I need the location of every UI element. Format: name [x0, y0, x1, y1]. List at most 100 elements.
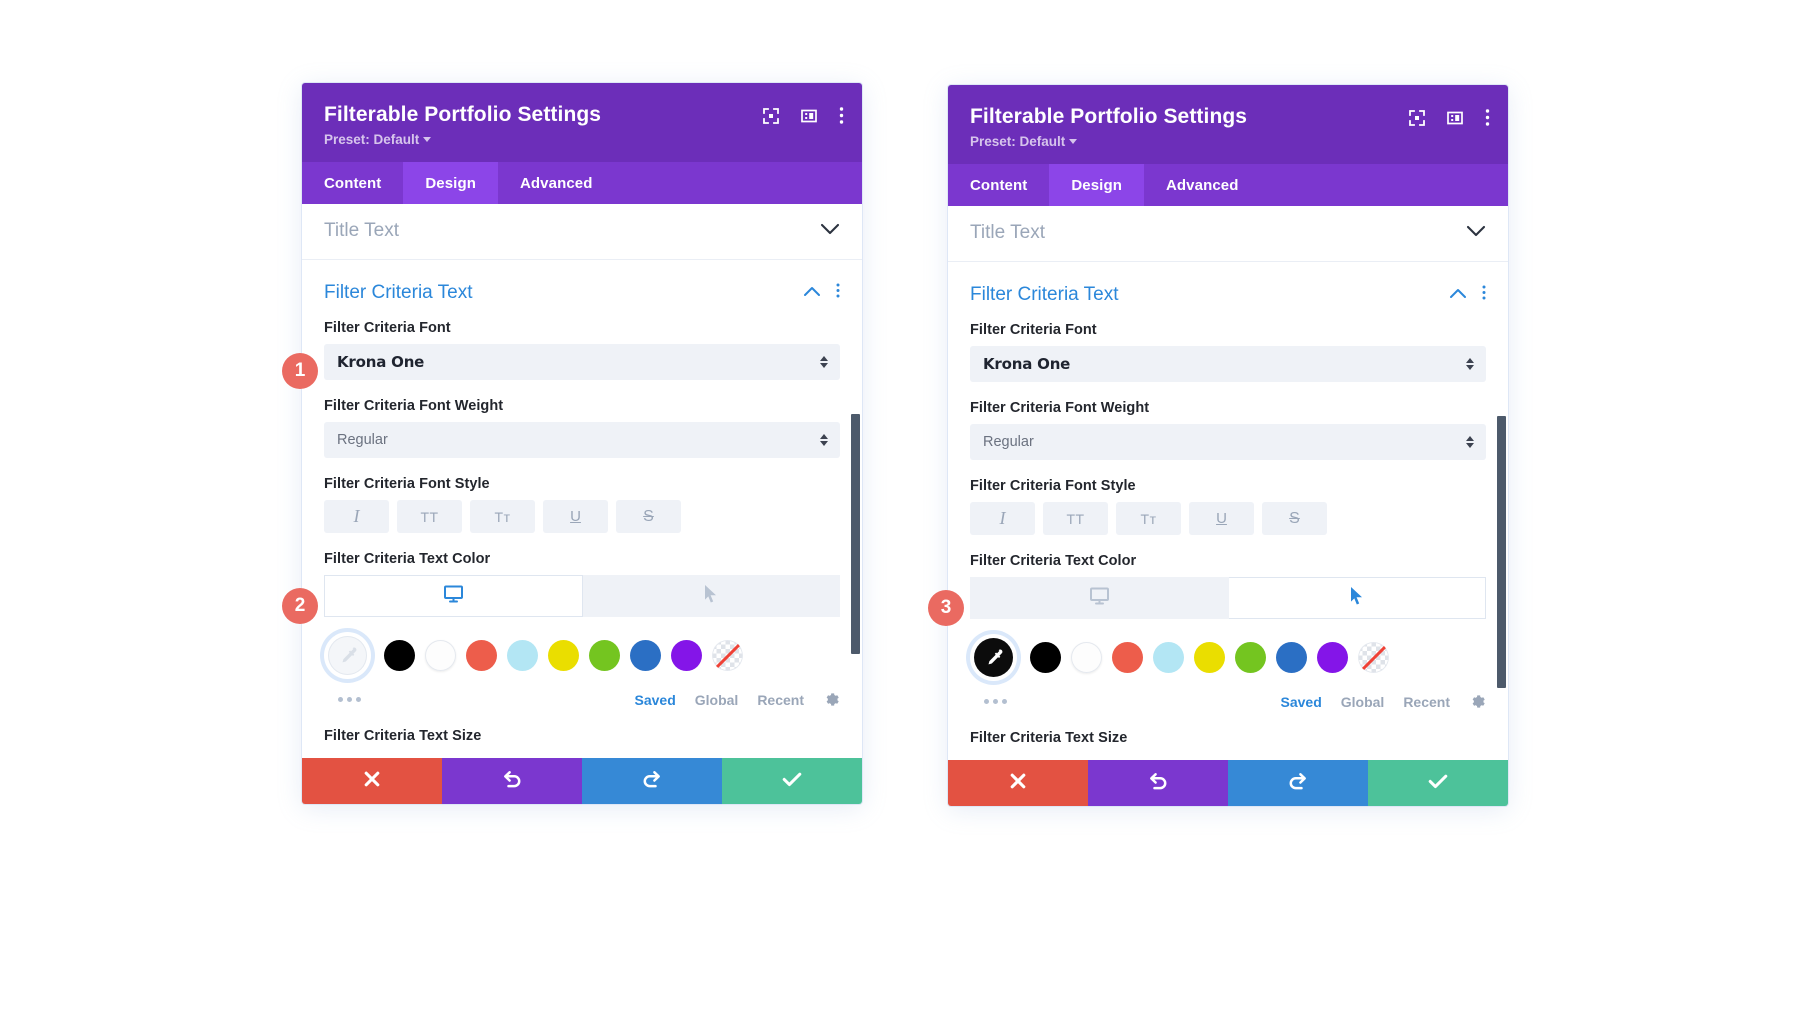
undo-button[interactable]: [1088, 760, 1228, 807]
smallcaps-button[interactable]: Tт: [470, 500, 535, 534]
swatch-light-blue[interactable]: [507, 640, 538, 672]
italic-button[interactable]: I: [324, 500, 389, 534]
swatch-purple[interactable]: [671, 640, 702, 672]
eyedropper-button[interactable]: [970, 634, 1017, 682]
swatch-tab-global[interactable]: Global: [1341, 694, 1385, 710]
tab-content[interactable]: Content: [302, 162, 403, 204]
filter-criteria-font-weight-label: Filter Criteria Font Weight: [970, 400, 1150, 417]
chevron-down-icon[interactable]: [1466, 224, 1486, 242]
smallcaps-button-glyph: Tт: [1140, 510, 1157, 527]
check-icon: [1427, 771, 1449, 796]
redo-icon: [641, 768, 663, 795]
uppercase-button[interactable]: TT: [1043, 502, 1108, 536]
swatch-green[interactable]: [589, 640, 620, 672]
focus-icon[interactable]: [763, 107, 779, 124]
color-swatch-row: [324, 617, 840, 680]
desktop-tab[interactable]: [970, 577, 1229, 620]
chevron-up-icon[interactable]: [1449, 286, 1467, 304]
focus-icon[interactable]: [1409, 109, 1425, 126]
swatch-tabs: Saved Global Recent: [1281, 693, 1487, 710]
redo-button[interactable]: [582, 758, 722, 805]
title-text-section[interactable]: Title Text: [948, 206, 1508, 263]
swatch-tab-saved[interactable]: Saved: [635, 692, 676, 708]
more-vertical-icon[interactable]: [1485, 109, 1490, 126]
more-vertical-icon[interactable]: [839, 107, 844, 124]
tab-design[interactable]: Design: [1049, 164, 1144, 207]
redo-icon: [1287, 770, 1309, 797]
filter-criteria-text-size-field: Filter Criteria Text Size: [302, 708, 862, 758]
save-button[interactable]: [1368, 760, 1508, 807]
underline-button[interactable]: U: [543, 500, 608, 534]
font-weight-select[interactable]: Regular: [970, 424, 1486, 461]
swatch-tab-recent[interactable]: Recent: [757, 692, 804, 708]
swatch-red[interactable]: [1112, 642, 1143, 674]
font-weight-select[interactable]: Regular: [324, 422, 840, 459]
step-badge-1: 1: [282, 353, 318, 389]
chevron-up-icon[interactable]: [803, 284, 821, 302]
redo-button[interactable]: [1228, 760, 1368, 807]
swatch-white[interactable]: [425, 640, 456, 672]
swatch-light-blue[interactable]: [1153, 642, 1184, 674]
cancel-button[interactable]: [302, 758, 442, 805]
swatch-tab-recent[interactable]: Recent: [1403, 694, 1450, 710]
tab-design[interactable]: Design: [403, 162, 498, 205]
swatch-tab-saved[interactable]: Saved: [1281, 694, 1322, 710]
swatch-purple[interactable]: [1317, 642, 1348, 674]
more-colors-icon[interactable]: [970, 699, 1007, 705]
eyedropper-button[interactable]: [324, 632, 371, 680]
swatch-white[interactable]: [1071, 642, 1102, 674]
undo-button[interactable]: [442, 758, 582, 805]
swatch-black[interactable]: [1030, 642, 1061, 674]
step-badge-3: 3: [928, 590, 964, 626]
cancel-button[interactable]: [948, 760, 1088, 807]
swatch-black[interactable]: [384, 640, 415, 672]
tab-advanced[interactable]: Advanced: [1144, 164, 1261, 206]
preset-selector[interactable]: Preset: Default: [324, 132, 840, 147]
close-icon: [1008, 771, 1028, 796]
title-text-section[interactable]: Title Text: [302, 204, 862, 261]
swatch-blue[interactable]: [630, 640, 661, 672]
panel-scrollbar[interactable]: [1497, 416, 1506, 689]
font-select[interactable]: Krona One: [324, 344, 840, 381]
swatch-tab-global[interactable]: Global: [695, 692, 739, 708]
swatch-yellow[interactable]: [1194, 642, 1225, 674]
preset-selector[interactable]: Preset: Default: [970, 134, 1486, 149]
section-header: Filter Criteria Text: [970, 284, 1486, 322]
preset-label: Preset: Default: [324, 132, 420, 148]
panel-scrollbar[interactable]: [851, 414, 860, 655]
strikethrough-button[interactable]: S: [616, 500, 681, 534]
gear-icon[interactable]: [823, 691, 840, 708]
more-colors-icon[interactable]: [324, 697, 361, 703]
tab-advanced[interactable]: Advanced: [498, 162, 615, 204]
hover-tab[interactable]: [1228, 577, 1486, 620]
swatch-yellow[interactable]: [548, 640, 579, 672]
uppercase-button[interactable]: TT: [397, 500, 462, 534]
save-button[interactable]: [722, 758, 862, 805]
gear-icon[interactable]: [1469, 693, 1486, 710]
filter-criteria-text-color-label: Filter Criteria Text Color: [970, 553, 1137, 570]
swatch-red[interactable]: [466, 640, 497, 672]
layout-panel-icon[interactable]: [1447, 110, 1463, 126]
font-select[interactable]: Krona One: [970, 346, 1486, 383]
tab-content[interactable]: Content: [948, 164, 1049, 206]
swatch-green[interactable]: [1235, 642, 1266, 674]
hover-tab[interactable]: [582, 575, 840, 618]
monitor-icon: [1089, 587, 1109, 610]
smallcaps-button[interactable]: Tт: [1116, 502, 1181, 536]
filter-criteria-text-color-field: Filter Criteria Text Color Saved Global Rec…: [324, 551, 840, 708]
layout-panel-icon[interactable]: [801, 108, 817, 124]
section-more-icon[interactable]: [1482, 285, 1486, 305]
filter-criteria-font-style-field: Filter Criteria Font Style I TT Tт U S: [324, 476, 840, 534]
chevron-down-icon[interactable]: [820, 222, 840, 240]
undo-icon: [1147, 770, 1169, 797]
uppercase-button-glyph: TT: [420, 508, 439, 525]
strikethrough-button[interactable]: S: [1262, 502, 1327, 536]
swatch-blue[interactable]: [1276, 642, 1307, 674]
underline-button[interactable]: U: [1189, 502, 1254, 536]
italic-button[interactable]: I: [970, 502, 1035, 536]
swatch-transparent[interactable]: [1358, 642, 1389, 674]
filter-criteria-text-size-label: Filter Criteria Text Size: [970, 730, 1128, 747]
section-more-icon[interactable]: [836, 283, 840, 303]
swatch-transparent[interactable]: [712, 640, 743, 672]
desktop-tab[interactable]: [324, 575, 583, 618]
